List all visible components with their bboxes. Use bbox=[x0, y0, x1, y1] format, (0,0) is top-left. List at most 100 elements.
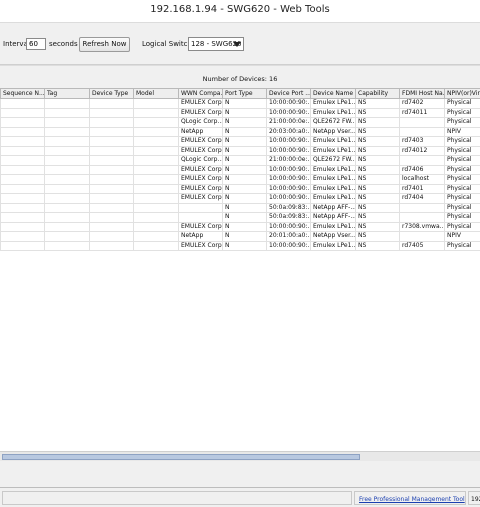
device-table: Sequence N... Tag Device Type Model WWN … bbox=[0, 88, 480, 251]
column-header-tag[interactable]: Tag bbox=[44, 88, 90, 99]
fdmi-host-name-cell: rd7406 bbox=[399, 164, 445, 175]
capability-cell: NS bbox=[355, 240, 400, 251]
table-row[interactable]: EMULEX Corp N 10:00:00:90:... Emulex LPe1..… bbox=[0, 136, 480, 147]
refresh-now-button[interactable]: Refresh Now bbox=[79, 37, 130, 52]
wwn-company-cell bbox=[178, 202, 223, 213]
status-extra-text: 192 bbox=[471, 496, 480, 503]
capability-cell: NS bbox=[355, 136, 400, 147]
device-name-cell: NetApp AFF-... bbox=[310, 202, 356, 213]
table-row[interactable]: QLogic Corp... N 21:00:00:0e:... QLE2672 FW… bbox=[0, 155, 480, 166]
capability-cell: NS bbox=[355, 183, 400, 194]
sequence-number-cell bbox=[0, 212, 45, 223]
device-port-cell: 20:03:00:a0:... bbox=[266, 126, 311, 137]
fdmi-host-name-cell: rd7401 bbox=[399, 183, 445, 194]
device-name-cell: Emulex LPe1... bbox=[310, 193, 356, 204]
tag-cell bbox=[44, 231, 90, 242]
tag-cell bbox=[44, 164, 90, 175]
table-row[interactable]: NetApp N 20:01:00:a0:... NetApp Vser... NS NP… bbox=[0, 231, 480, 242]
capability-cell: NS bbox=[355, 126, 400, 137]
npiv-cell: Physical bbox=[444, 193, 480, 204]
tag-cell bbox=[44, 212, 90, 223]
column-header-wwn-company[interactable]: WWN Compa... bbox=[178, 88, 223, 99]
fdmi-host-name-cell bbox=[399, 202, 445, 213]
fdmi-host-name-cell bbox=[399, 212, 445, 223]
device-port-cell: 10:00:00:90:... bbox=[266, 221, 311, 232]
wwn-company-cell: EMULEX Corp bbox=[178, 183, 223, 194]
table-row[interactable]: NetApp N 20:03:00:a0:... NetApp Vser... NS NP… bbox=[0, 126, 480, 137]
fdmi-host-name-cell: rd7402 bbox=[399, 98, 445, 109]
capability-cell: NS bbox=[355, 164, 400, 175]
sequence-number-cell bbox=[0, 164, 45, 175]
column-header-port-type[interactable]: Port Type bbox=[222, 88, 267, 99]
capability-cell: NS bbox=[355, 98, 400, 109]
device-type-cell bbox=[89, 117, 134, 128]
table-row[interactable]: EMULEX Corp N 10:00:00:90:... Emulex LPe1..… bbox=[0, 98, 480, 109]
npiv-cell: Physical bbox=[444, 212, 480, 223]
column-header-npiv-or-virtual[interactable]: NPIV(or)Virt bbox=[444, 88, 480, 99]
port-type-cell: N bbox=[222, 98, 267, 109]
free-management-tool-link[interactable]: Free Professional Management Tool bbox=[359, 496, 465, 503]
wwn-company-cell: EMULEX Corp bbox=[178, 221, 223, 232]
column-header-device-name[interactable]: Device Name bbox=[310, 88, 356, 99]
device-type-cell bbox=[89, 231, 134, 242]
device-port-cell: 10:00:00:90:... bbox=[266, 193, 311, 204]
tag-cell bbox=[44, 136, 90, 147]
table-row[interactable]: EMULEX Corp N 10:00:00:90:... Emulex LPe1..… bbox=[0, 164, 480, 175]
device-type-cell bbox=[89, 174, 134, 185]
fdmi-host-name-cell: rd74011 bbox=[399, 107, 445, 118]
table-row[interactable]: EMULEX Corp N 10:00:00:90:... Emulex LPe1..… bbox=[0, 107, 480, 118]
device-port-cell: 21:00:00:0e:... bbox=[266, 117, 311, 128]
model-cell bbox=[133, 202, 179, 213]
column-header-sequence-number[interactable]: Sequence N... bbox=[0, 88, 45, 99]
model-cell bbox=[133, 174, 179, 185]
model-cell bbox=[133, 136, 179, 147]
npiv-cell: Physical bbox=[444, 145, 480, 156]
table-row[interactable]: QLogic Corp... N 21:00:00:0e:... QLE2672 FW… bbox=[0, 117, 480, 128]
wwn-company-cell: NetApp bbox=[178, 126, 223, 137]
column-header-device-port[interactable]: Device Port ... bbox=[266, 88, 311, 99]
model-cell bbox=[133, 107, 179, 118]
npiv-cell: Physical bbox=[444, 240, 480, 251]
wwn-company-cell: NetApp bbox=[178, 231, 223, 242]
fdmi-host-name-cell bbox=[399, 231, 445, 242]
model-cell bbox=[133, 98, 179, 109]
table-row[interactable]: N 50:0a:09:83:... NetApp AFF-... NS Physical bbox=[0, 202, 480, 213]
device-type-cell bbox=[89, 155, 134, 166]
device-name-cell: Emulex LPe1... bbox=[310, 107, 356, 118]
device-name-cell: QLE2672 FW... bbox=[310, 117, 356, 128]
column-header-model[interactable]: Model bbox=[133, 88, 179, 99]
wwn-company-cell: QLogic Corp... bbox=[178, 117, 223, 128]
column-header-fdmi-host-name[interactable]: FDMI Host Na... bbox=[399, 88, 445, 99]
tag-cell bbox=[44, 174, 90, 185]
port-type-cell: N bbox=[222, 136, 267, 147]
npiv-cell: Physical bbox=[444, 117, 480, 128]
logical-switch-select[interactable]: 128 - SWG620 bbox=[188, 37, 244, 51]
table-row[interactable]: EMULEX Corp N 10:00:00:90:... Emulex LPe1..… bbox=[0, 240, 480, 251]
interval-input[interactable] bbox=[26, 38, 46, 50]
fdmi-host-name-cell: localhost bbox=[399, 174, 445, 185]
tag-cell bbox=[44, 155, 90, 166]
device-name-cell: QLE2672 FW... bbox=[310, 155, 356, 166]
fdmi-host-name-cell: rd7405 bbox=[399, 240, 445, 251]
table-row[interactable]: EMULEX Corp N 10:00:00:90:... Emulex LPe1..… bbox=[0, 193, 480, 204]
seconds-label: seconds bbox=[49, 40, 78, 48]
table-row[interactable]: EMULEX Corp N 10:00:00:90:... Emulex LPe1..… bbox=[0, 221, 480, 232]
scrollbar-thumb[interactable] bbox=[2, 454, 360, 460]
capability-cell: NS bbox=[355, 221, 400, 232]
device-type-cell bbox=[89, 107, 134, 118]
wwn-company-cell bbox=[178, 212, 223, 223]
table-row[interactable]: EMULEX Corp N 10:00:00:90:... Emulex LPe1..… bbox=[0, 174, 480, 185]
wwn-company-cell: EMULEX Corp bbox=[178, 136, 223, 147]
horizontal-scrollbar[interactable] bbox=[0, 451, 480, 461]
model-cell bbox=[133, 145, 179, 156]
tag-cell bbox=[44, 126, 90, 137]
table-row[interactable]: EMULEX Corp N 10:00:00:90:... Emulex LPe1..… bbox=[0, 145, 480, 156]
table-row[interactable]: EMULEX Corp N 10:00:00:90:... Emulex LPe1..… bbox=[0, 183, 480, 194]
table-row[interactable]: N 50:0a:09:83:... NetApp AFF-... NS Physical bbox=[0, 212, 480, 223]
column-header-device-type[interactable]: Device Type bbox=[89, 88, 134, 99]
port-type-cell: N bbox=[222, 164, 267, 175]
port-type-cell: N bbox=[222, 221, 267, 232]
column-header-capability[interactable]: Capability bbox=[355, 88, 400, 99]
device-port-cell: 10:00:00:90:... bbox=[266, 174, 311, 185]
device-type-cell bbox=[89, 126, 134, 137]
